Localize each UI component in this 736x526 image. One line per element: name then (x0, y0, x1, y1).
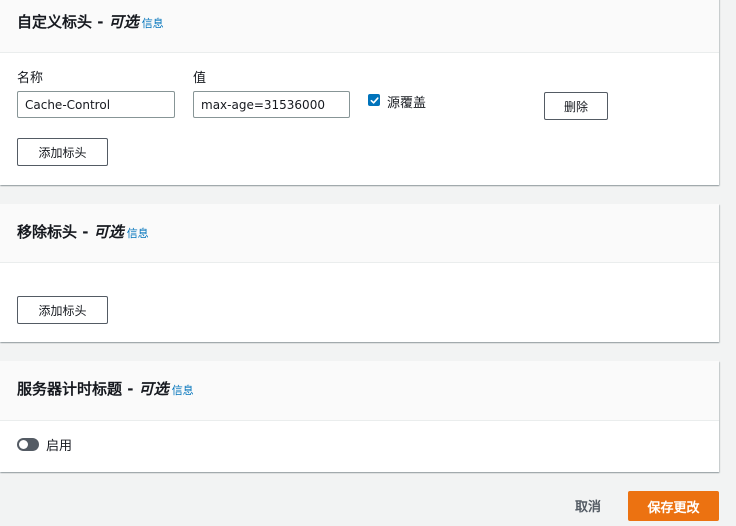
name-label: 名称 (17, 71, 44, 86)
custom-headers-panel: 自定义标头 - 可选信息 名称 值 源覆盖 删除 添加标头 (0, 0, 719, 185)
remove-headers-header: 移除标头 - 可选 信息 (0, 204, 719, 263)
check-icon (370, 96, 379, 104)
server-timing-header: 服务器计时标题 - 可选 信息 (0, 361, 719, 421)
save-changes-button[interactable]: 保存更改 (628, 491, 719, 521)
toggle-knob (19, 440, 28, 449)
server-timing-title: 服务器计时标题 - 可选 信息 (17, 380, 194, 398)
cancel-button[interactable]: 取消 (575, 496, 601, 515)
add-custom-header-button[interactable]: 添加标头 (17, 138, 108, 166)
add-remove-header-button[interactable]: 添加标头 (17, 296, 108, 324)
header-value-input[interactable] (193, 91, 350, 118)
server-timing-panel: 服务器计时标题 - 可选 信息 启用 (0, 361, 719, 472)
origin-override-checkbox[interactable] (368, 94, 380, 106)
custom-headers-header: 自定义标头 - 可选 信息 (0, 0, 719, 53)
origin-override-label: 源覆盖 (387, 96, 427, 111)
info-link[interactable]: 信息 (172, 384, 194, 397)
remove-headers-title: 移除标头 - 可选 信息 (17, 223, 149, 241)
value-label: 值 (193, 71, 207, 86)
info-link[interactable]: 信息 (142, 17, 164, 30)
info-link[interactable]: 信息 (127, 227, 149, 240)
enable-toggle[interactable] (17, 438, 39, 451)
custom-headers-title: 自定义标头 - 可选 信息 (17, 13, 164, 31)
delete-header-button[interactable]: 删除 (544, 92, 608, 120)
remove-headers-panel: 移除标头 - 可选 信息 添加标头 (0, 204, 719, 342)
header-name-input[interactable] (17, 91, 175, 118)
enable-label: 启用 (46, 439, 73, 454)
